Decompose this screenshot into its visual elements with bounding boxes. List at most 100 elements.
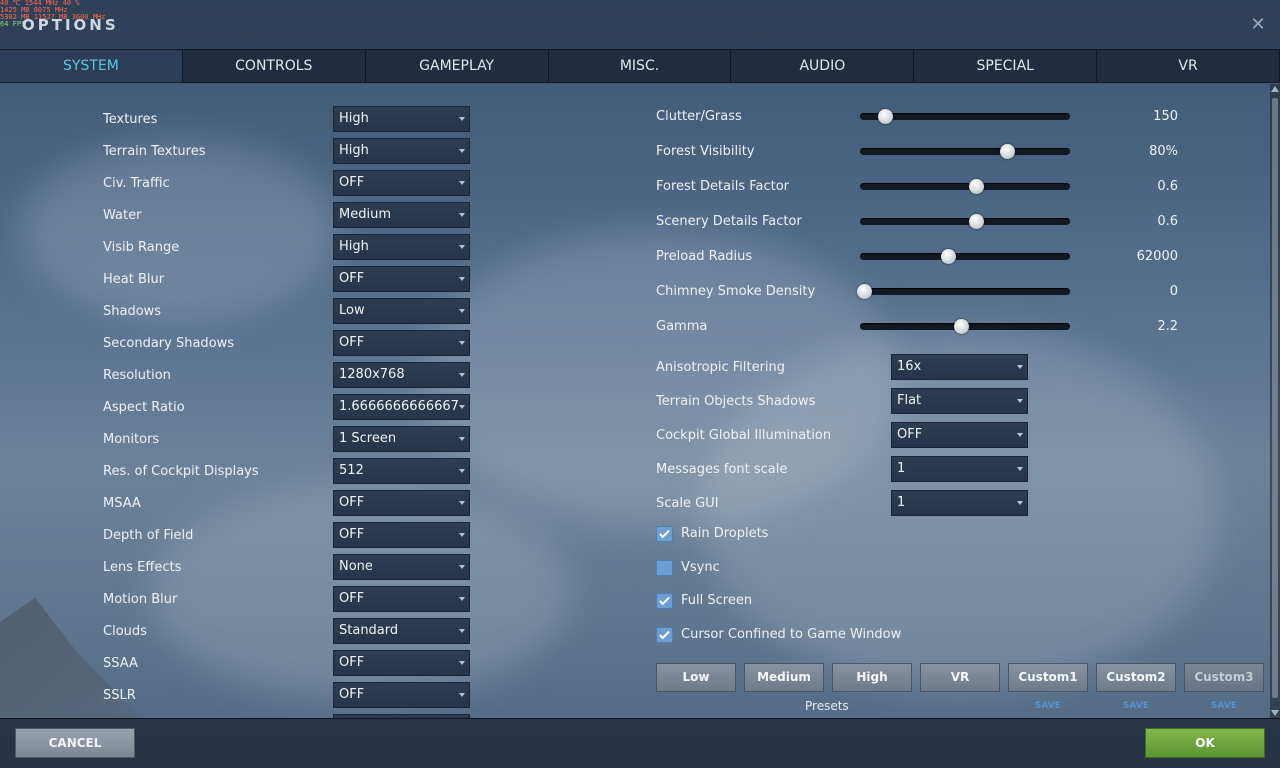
- water-select[interactable]: Medium: [333, 202, 470, 228]
- setting-label: Terrain Textures: [103, 144, 206, 159]
- forest-details-slider[interactable]: [860, 179, 1070, 194]
- tab-audio[interactable]: AUDIO: [731, 50, 915, 82]
- checkbox[interactable]: [656, 559, 673, 576]
- select-value: OFF: [339, 687, 365, 702]
- setting-row-lens-effects: Lens Effects None: [103, 554, 473, 586]
- select-value: OFF: [339, 271, 365, 286]
- left-settings-list: Textures High Terrain Textures High Civ.…: [103, 106, 473, 718]
- tab-misc[interactable]: MISC.: [549, 50, 732, 82]
- checkbox[interactable]: [656, 626, 673, 643]
- ok-button[interactable]: OK: [1145, 728, 1265, 758]
- preset-medium-button[interactable]: Medium: [744, 663, 824, 692]
- ssaa-select[interactable]: OFF: [333, 650, 470, 676]
- slider-handle[interactable]: [968, 214, 984, 229]
- setting-row-visib-range: Visib Range High: [103, 234, 473, 266]
- preload-radius-slider[interactable]: [860, 249, 1070, 264]
- select-value: High: [339, 111, 369, 126]
- checkbox[interactable]: [656, 593, 673, 609]
- scenery-details-slider[interactable]: [860, 214, 1070, 229]
- terrain-objects-shadows-select[interactable]: Flat: [891, 388, 1028, 414]
- chimney-smoke-slider[interactable]: [857, 284, 1070, 299]
- select-value: OFF: [339, 655, 365, 670]
- slider-handle[interactable]: [968, 179, 984, 194]
- checkbox[interactable]: [656, 526, 673, 542]
- secondary-shadows-select[interactable]: OFF: [333, 330, 470, 356]
- heat-blur-select[interactable]: OFF: [333, 266, 470, 292]
- shadows-select[interactable]: Low: [333, 298, 470, 324]
- depth-of-field-select[interactable]: OFF: [333, 522, 470, 548]
- slider-handle[interactable]: [941, 249, 957, 264]
- right-settings-list: Anisotropic Filtering 16x Terrain Object…: [656, 354, 1036, 524]
- chevron-down-icon: [459, 213, 465, 217]
- setting-label: Water: [103, 208, 142, 223]
- close-icon[interactable]: ✕: [1248, 15, 1268, 35]
- scroll-up-icon[interactable]: [1271, 86, 1279, 92]
- terrain-textures-select[interactable]: High: [333, 138, 470, 164]
- lens-effects-select[interactable]: None: [333, 554, 470, 580]
- preset-low-button[interactable]: Low: [656, 663, 736, 692]
- slider-handle[interactable]: [857, 284, 873, 299]
- clutter-grass-slider[interactable]: [860, 109, 1070, 124]
- scroll-down-icon[interactable]: [1271, 710, 1279, 716]
- cursor-confined-checkbox[interactable]: Cursor Confined to Game Window: [656, 625, 956, 659]
- select-value: None: [339, 559, 373, 574]
- preset-custom1-button[interactable]: Custom1: [1008, 663, 1088, 692]
- forest-visibility-slider[interactable]: [860, 144, 1070, 159]
- tab-special[interactable]: SPECIAL: [914, 50, 1098, 82]
- tab-controls[interactable]: CONTROLS: [183, 50, 366, 82]
- civ-traffic-select[interactable]: OFF: [333, 170, 470, 196]
- monitors-select[interactable]: 1 Screen: [333, 426, 470, 452]
- setting-row-msaa: MSAA OFF: [103, 490, 473, 522]
- aspect-ratio-select[interactable]: 1.6666666666667: [333, 394, 470, 420]
- save-custom3-link[interactable]: SAVE: [1184, 701, 1264, 711]
- settings-panel: Textures High Terrain Textures High Civ.…: [0, 84, 1270, 718]
- preset-custom2-button[interactable]: Custom2: [1096, 663, 1176, 692]
- vertical-scrollbar[interactable]: [1270, 84, 1280, 718]
- rain-droplets-checkbox[interactable]: Rain Droplets: [656, 524, 956, 558]
- tab-system[interactable]: SYSTEM: [0, 50, 183, 82]
- cockpit-gi-select[interactable]: OFF: [891, 422, 1028, 448]
- scrollbar-thumb[interactable]: [1272, 98, 1278, 698]
- preset-custom3-button[interactable]: Custom3: [1184, 663, 1264, 692]
- tab-vr[interactable]: VR: [1097, 50, 1280, 82]
- slider-value: 80%: [1149, 144, 1178, 159]
- slider-handle[interactable]: [953, 319, 969, 334]
- slider-handle[interactable]: [1000, 144, 1015, 159]
- setting-row-water: Water Medium: [103, 202, 473, 234]
- tab-gameplay[interactable]: GAMEPLAY: [366, 50, 549, 82]
- cancel-button[interactable]: CANCEL: [15, 728, 135, 758]
- select-value: 1280x768: [339, 367, 405, 382]
- select-value: Standard: [339, 623, 399, 638]
- save-custom1-link[interactable]: SAVE: [1008, 701, 1088, 711]
- setting-label: Lens Effects: [103, 560, 182, 575]
- setting-label: Shadows: [103, 304, 162, 319]
- messages-font-scale-select[interactable]: 1: [891, 456, 1028, 482]
- presets-label: Presets: [805, 699, 849, 713]
- setting-label: Depth of Field: [103, 528, 194, 543]
- chevron-down-icon: [459, 565, 465, 569]
- motion-blur-select[interactable]: OFF: [333, 586, 470, 612]
- vsync-checkbox[interactable]: Vsync: [656, 558, 956, 592]
- preset-high-button[interactable]: High: [832, 663, 912, 692]
- clouds-select[interactable]: Standard: [333, 618, 470, 644]
- select-value: High: [339, 143, 369, 158]
- setting-row-cockpit-displays: Res. of Cockpit Displays 512: [103, 458, 473, 490]
- setting-label: Res. of Cockpit Displays: [103, 464, 259, 479]
- setting-row-resolution: Resolution 1280x768: [103, 362, 473, 394]
- cockpit-displays-select[interactable]: 512: [333, 458, 470, 484]
- select-value: High: [339, 239, 369, 254]
- visib-range-select[interactable]: High: [333, 234, 470, 260]
- textures-select[interactable]: High: [333, 106, 470, 132]
- save-custom2-link[interactable]: SAVE: [1096, 701, 1176, 711]
- resolution-select[interactable]: 1280x768: [333, 362, 470, 388]
- sslr-select[interactable]: OFF: [333, 682, 470, 708]
- setting-row-aspect-ratio: Aspect Ratio 1.6666666666667: [103, 394, 473, 426]
- full-screen-checkbox[interactable]: Full Screen: [656, 591, 956, 625]
- preset-vr-button[interactable]: VR: [920, 663, 1000, 692]
- gamma-slider[interactable]: [860, 319, 1070, 334]
- anisotropic-select[interactable]: 16x: [891, 354, 1028, 380]
- scale-gui-select[interactable]: 1: [891, 490, 1028, 516]
- setting-row-heat-blur: Heat Blur OFF: [103, 266, 473, 298]
- msaa-select[interactable]: OFF: [333, 490, 470, 516]
- slider-handle[interactable]: [878, 109, 894, 124]
